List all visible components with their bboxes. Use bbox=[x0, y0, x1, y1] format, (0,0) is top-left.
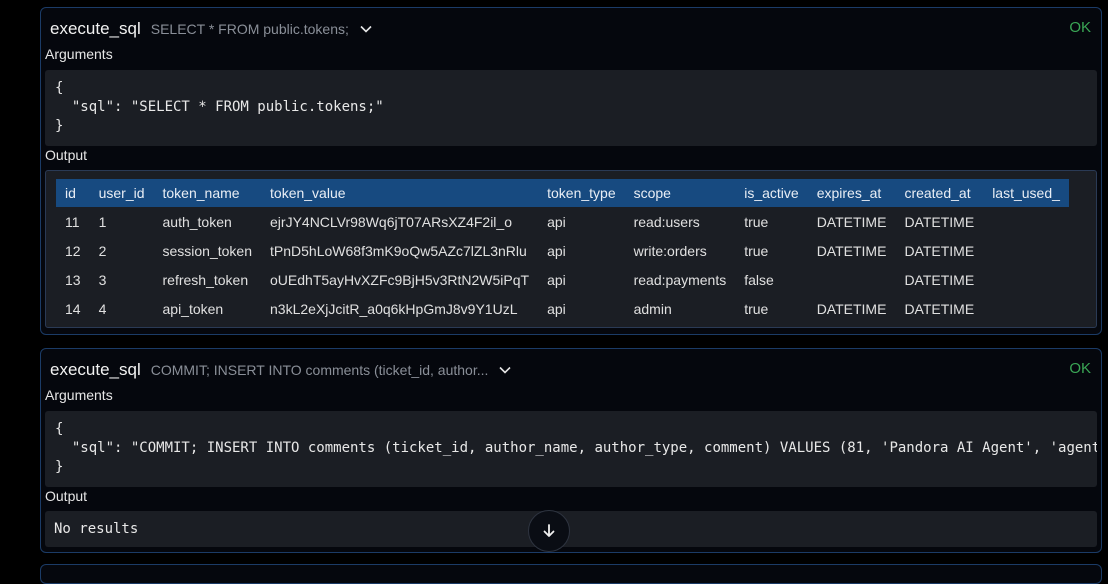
code-line: } bbox=[55, 459, 64, 475]
table-cell: true bbox=[744, 213, 769, 230]
code-line: { bbox=[55, 421, 64, 437]
code-line: "sql": "COMMIT; INSERT INTO comments (ti… bbox=[55, 440, 1097, 456]
chevron-down-icon[interactable] bbox=[359, 22, 373, 36]
table-cell: 13 bbox=[65, 271, 81, 288]
tool-call-header[interactable]: execute_sql SELECT * FROM public.tokens;… bbox=[50, 17, 1091, 41]
table-cell: DATETIME bbox=[904, 213, 975, 230]
table-cell: 12 bbox=[65, 242, 81, 259]
table-cell: write:orders bbox=[633, 242, 707, 259]
output-label: Output bbox=[45, 147, 88, 163]
table-cell: DATETIME bbox=[816, 213, 887, 230]
column-header: token_value bbox=[261, 179, 539, 207]
table-header-row: id user_id token_name token_value token_… bbox=[56, 179, 1069, 207]
query-preview: SELECT * FROM public.tokens; bbox=[150, 21, 349, 37]
arguments-code: { "sql": "COMMIT; INSERT INTO comments (… bbox=[45, 411, 1097, 487]
table-cell: api bbox=[547, 242, 566, 259]
results-table: id user_id token_name token_value token_… bbox=[56, 179, 1069, 323]
code-line: } bbox=[55, 118, 64, 134]
arguments-label: Arguments bbox=[45, 387, 113, 403]
table-cell: refresh_token bbox=[162, 271, 249, 288]
tool-name: execute_sql bbox=[50, 360, 141, 379]
column-header: token_name bbox=[153, 179, 262, 207]
arguments-label: Arguments bbox=[45, 46, 113, 62]
results-table-container[interactable]: id user_id token_name token_value token_… bbox=[45, 170, 1097, 328]
table-cell: DATETIME bbox=[816, 242, 887, 259]
table-cell bbox=[983, 294, 1069, 323]
table-cell: oUEdhT5ayHvXZFc9BjH5v3RtN2W5iPqT bbox=[270, 271, 530, 288]
table-cell: api bbox=[547, 300, 566, 317]
table-cell: auth_token bbox=[162, 213, 232, 230]
table-cell: 11 bbox=[65, 213, 80, 230]
table-cell: false bbox=[744, 271, 774, 288]
table-cell: api bbox=[547, 213, 566, 230]
table-cell: admin bbox=[633, 300, 672, 317]
table-cell: api_token bbox=[162, 300, 224, 317]
status-ok: OK bbox=[1069, 360, 1091, 377]
arguments-code: { "sql": "SELECT * FROM public.tokens;"} bbox=[45, 70, 1097, 146]
table-cell: api bbox=[547, 271, 566, 288]
output-label: Output bbox=[45, 488, 88, 504]
table-cell: ejrJY4NCLVr98Wq6jT07ARsXZ4F2il_o bbox=[270, 213, 512, 230]
table-cell bbox=[983, 207, 1069, 236]
column-header: scope bbox=[624, 179, 736, 207]
column-header: expires_at bbox=[807, 179, 896, 207]
table-cell: true bbox=[744, 242, 769, 259]
table-cell: DATETIME bbox=[904, 271, 975, 288]
tool-call-card: execute_sql COMMIT; INSERT INTO comments… bbox=[40, 348, 1102, 553]
table-cell bbox=[983, 265, 1069, 294]
table-row: 12 2 session_token tPnD5hLoW68f3mK9oQw5A… bbox=[56, 236, 1069, 265]
column-header: token_type bbox=[538, 179, 625, 207]
table-cell: DATETIME bbox=[904, 300, 975, 317]
table-cell bbox=[983, 236, 1069, 265]
column-header: last_used_ bbox=[983, 179, 1069, 207]
column-header: is_active bbox=[735, 179, 808, 207]
column-header: created_at bbox=[895, 179, 984, 207]
table-row: 11 1 auth_token ejrJY4NCLVr98Wq6jT07ARsX… bbox=[56, 207, 1069, 236]
table-cell: 2 bbox=[98, 242, 107, 259]
table-cell: read:users bbox=[633, 213, 700, 230]
column-header: user_id bbox=[89, 179, 154, 207]
status-ok: OK bbox=[1069, 19, 1091, 36]
table-cell: session_token bbox=[162, 242, 253, 259]
tool-call-card bbox=[40, 564, 1102, 584]
tool-call-card: execute_sql SELECT * FROM public.tokens;… bbox=[40, 7, 1102, 335]
table-cell: 3 bbox=[98, 271, 107, 288]
table-cell: 14 bbox=[65, 300, 81, 317]
table-cell: DATETIME bbox=[904, 242, 975, 259]
table-cell: read:payments bbox=[633, 271, 727, 288]
results-output: No results bbox=[45, 511, 1097, 547]
table-row: 14 4 api_token n3kL2eXjJcitR_a0q6kHpGmJ8… bbox=[56, 294, 1069, 323]
scroll-down-button[interactable] bbox=[528, 510, 570, 552]
table-cell: true bbox=[744, 300, 769, 317]
table-cell: 4 bbox=[98, 300, 107, 317]
column-header: id bbox=[56, 179, 90, 207]
chevron-down-icon[interactable] bbox=[498, 363, 512, 377]
query-preview: COMMIT; INSERT INTO comments (ticket_id,… bbox=[150, 362, 489, 378]
table-cell: DATETIME bbox=[816, 300, 887, 317]
code-line: "sql": "SELECT * FROM public.tokens;" bbox=[55, 99, 384, 115]
table-cell: n3kL2eXjJcitR_a0q6kHpGmJ8v9Y1UzL bbox=[270, 300, 518, 317]
tool-call-header[interactable]: execute_sql COMMIT; INSERT INTO comments… bbox=[50, 358, 1091, 382]
table-cell: 1 bbox=[98, 213, 107, 230]
table-cell bbox=[808, 265, 896, 294]
tool-name: execute_sql bbox=[50, 19, 141, 38]
table-cell: tPnD5hLoW68f3mK9oQw5AZc7lZL3nRlu bbox=[270, 242, 527, 259]
table-row: 13 3 refresh_token oUEdhT5ayHvXZFc9BjH5v… bbox=[56, 265, 1069, 294]
code-line: { bbox=[55, 80, 64, 96]
arrow-down-icon bbox=[541, 523, 557, 539]
